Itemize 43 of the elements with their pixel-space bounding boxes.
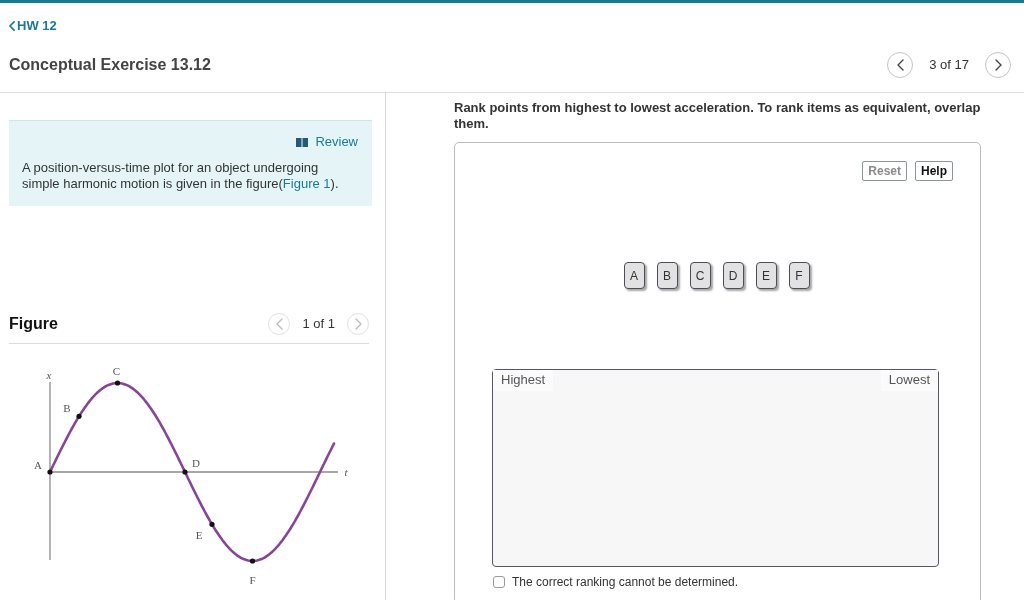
page-counter: 3 of 17 xyxy=(929,57,969,73)
point-label: B xyxy=(63,402,71,415)
point-label: E xyxy=(195,529,203,542)
ranking-tile[interactable]: B xyxy=(656,262,678,289)
figure-heading: Figure xyxy=(9,315,58,333)
point-dot-icon xyxy=(76,413,82,419)
ranking-tile[interactable]: C xyxy=(689,262,711,289)
problem-text: A position-versus-time plot for an object undergoing simple harmonic motion is given in the figure(Figure 1). xyxy=(22,160,340,192)
point-dot-icon xyxy=(47,469,53,475)
point-label: F xyxy=(249,574,256,586)
chevron-left-icon xyxy=(896,59,904,71)
ranking-tile[interactable]: D xyxy=(722,262,744,289)
figure-link[interactable]: Figure 1 xyxy=(282,176,331,191)
help-button[interactable]: Help xyxy=(915,161,953,181)
point-dot-icon xyxy=(249,558,256,564)
chevron-right-icon xyxy=(354,318,362,330)
back-link[interactable]: HW 12 xyxy=(9,19,57,33)
book-icon xyxy=(296,137,309,147)
point-dot-icon xyxy=(114,380,121,386)
ranking-tile[interactable]: A xyxy=(623,262,645,289)
next-button[interactable] xyxy=(985,52,1011,78)
point-label: D xyxy=(192,457,200,469)
question-prompt: Rank points from highest to lowest acceleration. To rank items as equivalent, overlap them. xyxy=(454,100,982,132)
chevron-right-icon xyxy=(994,59,1002,71)
point-dot-icon xyxy=(182,469,188,475)
previous-button[interactable] xyxy=(887,52,914,78)
page-counter: 1 of 1 xyxy=(302,316,335,332)
rank-end-label: Lowest xyxy=(880,370,938,391)
checkbox-label: The correct ranking cannot be determined. xyxy=(512,575,739,589)
exercise-title: Conceptual Exercise 13.12 xyxy=(9,55,211,75)
chevron-left-icon xyxy=(275,318,283,330)
point-label: C xyxy=(112,365,121,377)
axis-label: x xyxy=(46,369,52,381)
chevron-left-icon xyxy=(9,21,15,31)
checkbox[interactable] xyxy=(493,576,505,588)
ranking-tile[interactable]: F xyxy=(788,262,810,289)
ranking-tile[interactable]: E xyxy=(755,262,777,289)
point-label: A xyxy=(34,459,42,471)
ranking-drop-zone[interactable]: Highest Lowest xyxy=(492,369,939,567)
rank-start-label: Highest xyxy=(493,370,554,391)
point-dot-icon xyxy=(209,521,215,527)
review-link[interactable]: Review xyxy=(296,134,358,150)
axis-label: t xyxy=(344,466,348,478)
